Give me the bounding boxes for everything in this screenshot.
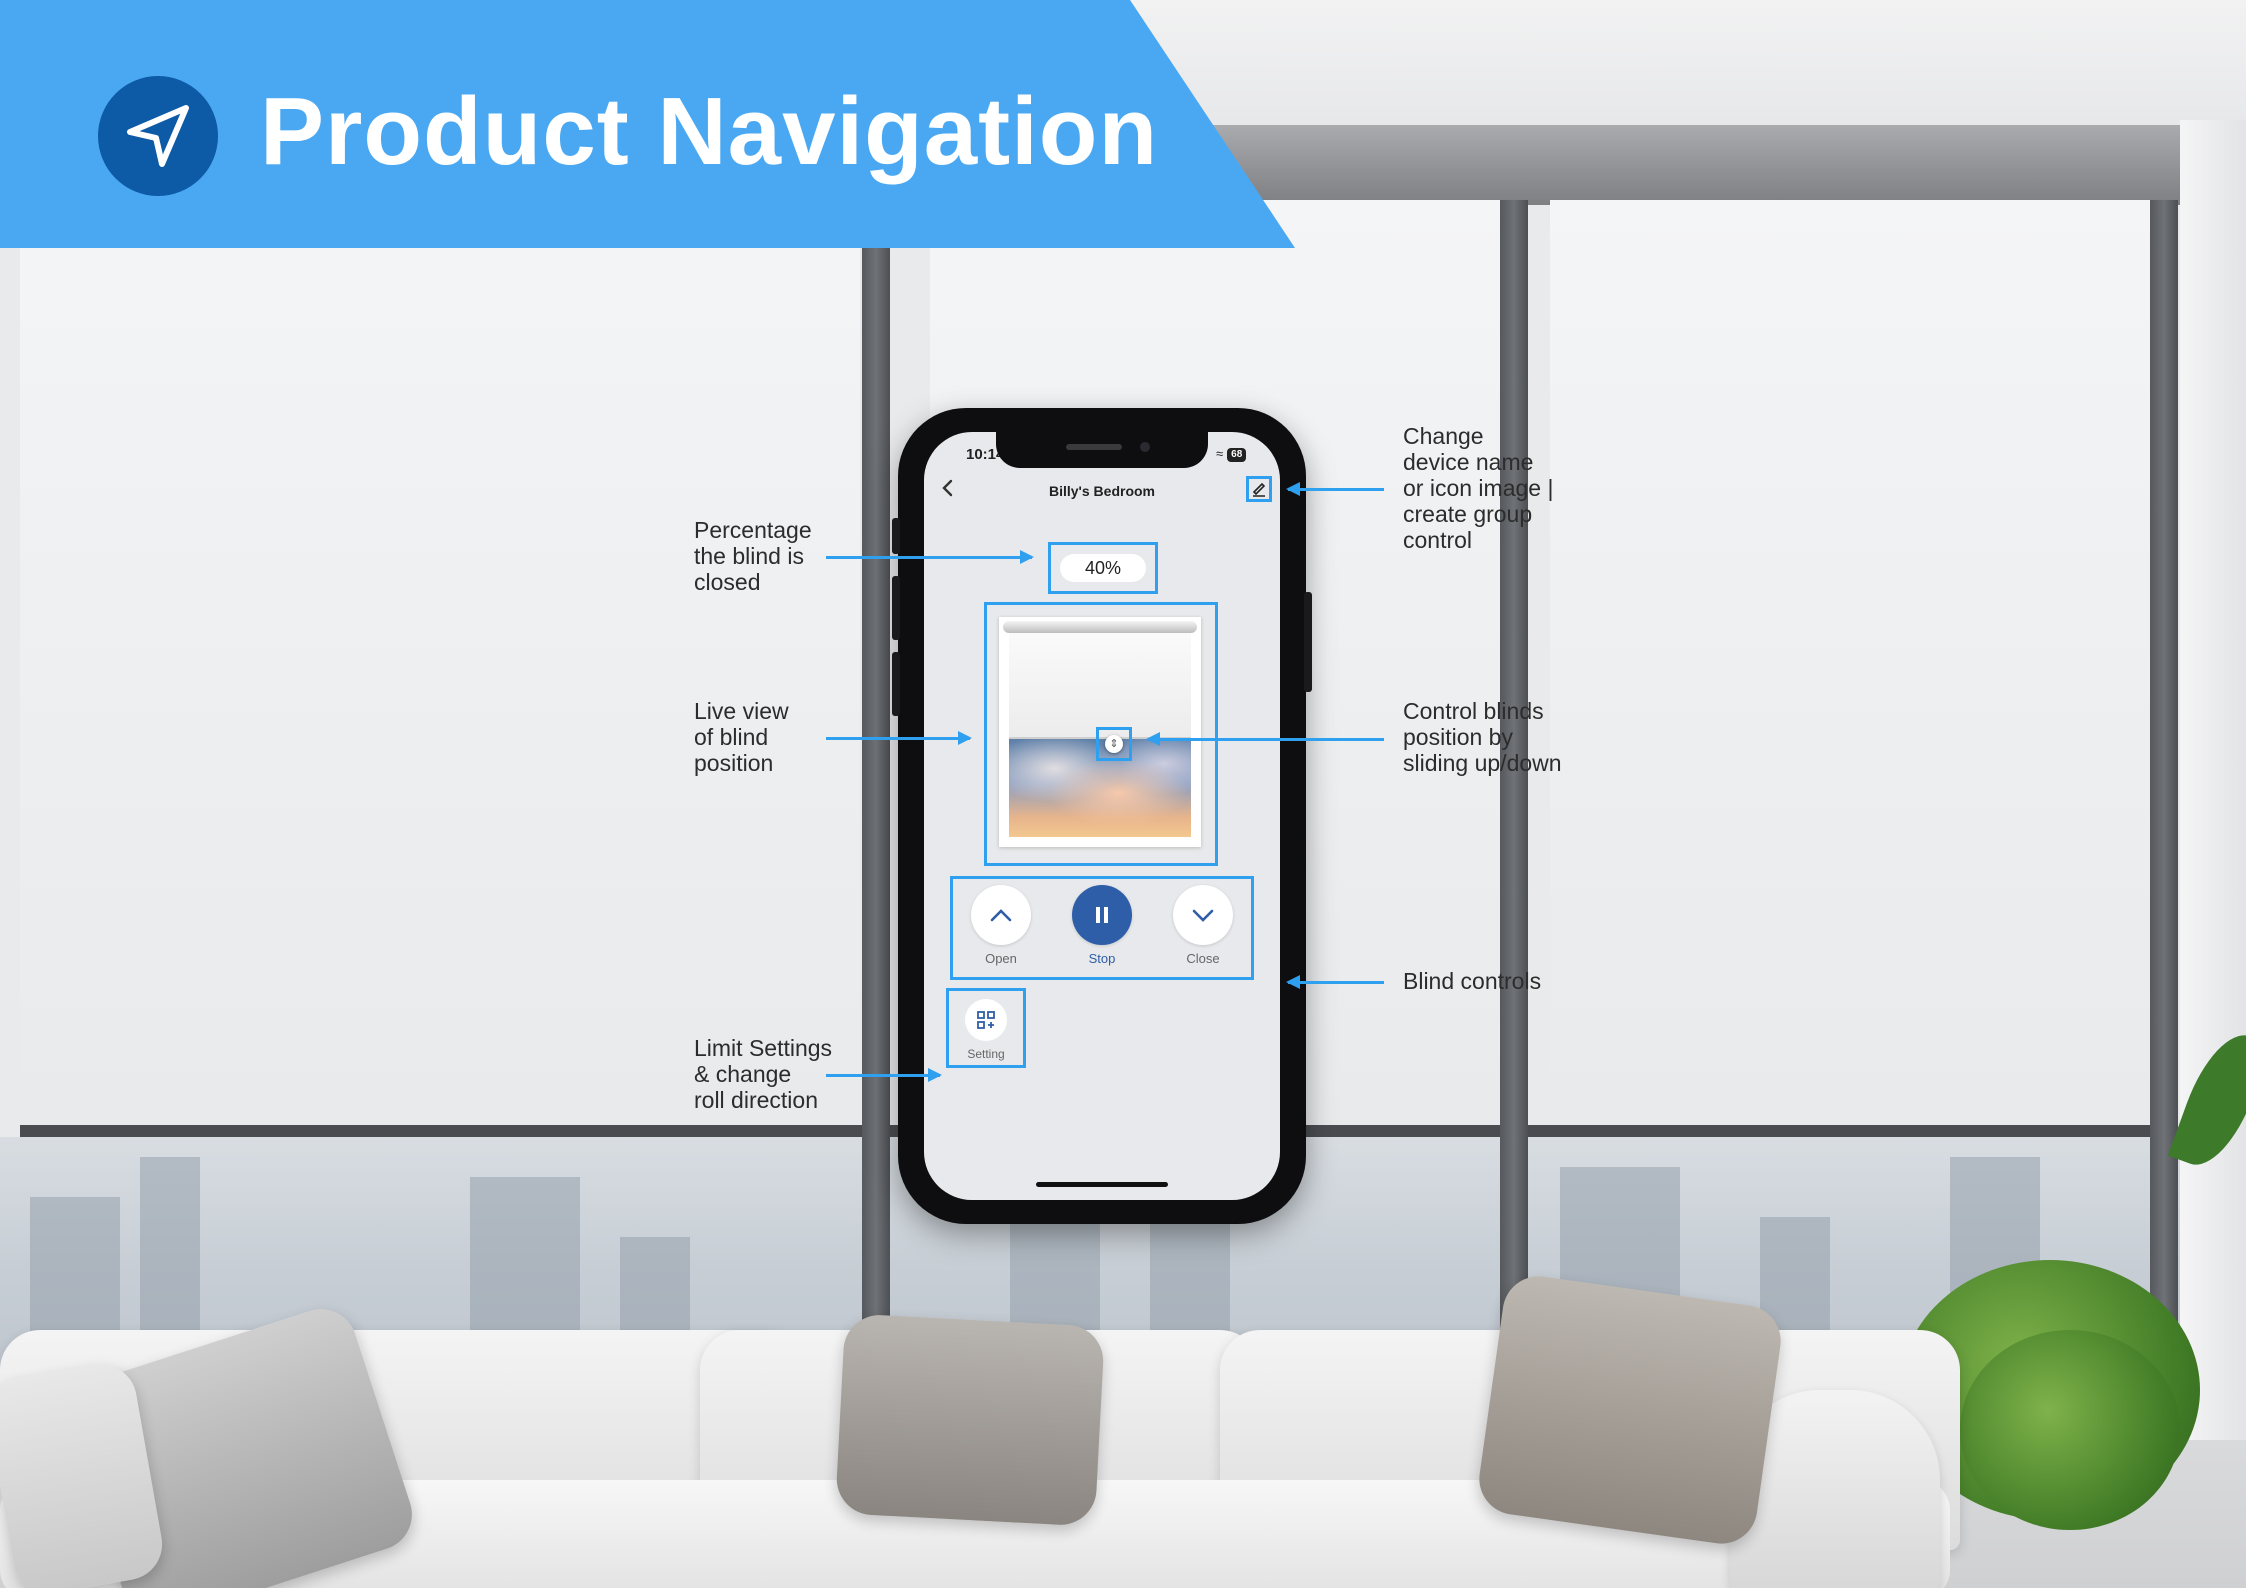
stop-label: Stop: [1088, 951, 1116, 966]
closed-percentage: 40%: [1060, 554, 1146, 582]
roller-shade-left: [20, 200, 860, 1130]
speaker: [1066, 444, 1122, 450]
annotation-live-view: Live view of blind position: [694, 698, 789, 776]
annotation-arrow: [1286, 482, 1384, 496]
phone-side-button: [1304, 592, 1312, 692]
blind-live-view: ⇕: [999, 617, 1201, 847]
stop-control: Stop: [1062, 885, 1142, 966]
phone-notch: [996, 432, 1208, 468]
setting-button[interactable]: [965, 999, 1007, 1041]
phone-mockup: 10:14 ≈68 Billy's Bedroom 40% ⇕ Open Sto…: [892, 408, 1312, 1224]
annotation-arrow: [826, 1068, 942, 1082]
annotation-arrow: [826, 731, 972, 745]
chevron-down-icon: [1192, 909, 1214, 922]
open-label: Open: [985, 951, 1017, 966]
blind-rail: [1003, 621, 1197, 633]
annotation-controls: Blind controls: [1403, 968, 1542, 994]
plant: [1960, 1330, 2180, 1530]
grid-settings-icon: [977, 1011, 995, 1029]
device-name: Billy's Bedroom: [1048, 483, 1156, 499]
phone-side-button: [892, 518, 900, 554]
annotation-edit: Change device name or icon image | creat…: [1403, 423, 1554, 553]
annotation-arrow: [1286, 975, 1384, 989]
phone-side-button: [892, 576, 900, 640]
annotation-arrow: [1146, 732, 1384, 746]
pause-icon: [1096, 907, 1108, 923]
annotation-percentage: Percentage the blind is closed: [694, 517, 812, 595]
close-button[interactable]: [1173, 885, 1233, 945]
camera: [1140, 442, 1150, 452]
pillow: [834, 1313, 1106, 1527]
setting-highlight: Setting: [946, 988, 1026, 1068]
percentage-highlight: 40%: [1048, 542, 1158, 594]
battery-icon: 68: [1227, 448, 1247, 462]
status-icons: ≈68: [1216, 446, 1247, 462]
edit-pencil-icon: [1252, 482, 1266, 497]
open-control: Open: [961, 885, 1041, 966]
pillow: [1474, 1271, 1786, 1549]
annotation-slider: Control blinds position by sliding up/do…: [1403, 698, 1562, 776]
phone-side-button: [892, 652, 900, 716]
blind-controls-highlight: Open Stop Close: [950, 876, 1254, 980]
wifi-icon: ≈: [1216, 446, 1224, 461]
navigation-arrow-icon: [98, 76, 218, 196]
page-title: Product Navigation: [260, 78, 1159, 185]
blind-position-slider[interactable]: ⇕: [1105, 735, 1123, 753]
home-indicator: [1036, 1182, 1168, 1187]
live-view-highlight: ⇕: [984, 602, 1218, 866]
title-banner: Product Navigation: [0, 0, 1295, 248]
close-label: Close: [1186, 951, 1220, 966]
window-mullion: [2150, 200, 2178, 1440]
slider-highlight: ⇕: [1096, 727, 1132, 761]
open-button[interactable]: [971, 885, 1031, 945]
setting-label: Setting: [967, 1047, 1005, 1061]
app-screen: 10:14 ≈68 Billy's Bedroom 40% ⇕ Open Sto…: [924, 432, 1280, 1200]
annotation-settings: Limit Settings & change roll direction: [694, 1035, 833, 1113]
stop-button[interactable]: [1072, 885, 1132, 945]
edit-button[interactable]: [1246, 476, 1272, 502]
window-mullion: [862, 200, 890, 1440]
roller-shade-right: [1550, 200, 2150, 1130]
annotation-arrow: [826, 550, 1034, 564]
window-mullion: [1500, 200, 1528, 1440]
chevron-up-icon: [990, 909, 1012, 922]
blind-fabric: [1009, 633, 1191, 739]
close-control: Close: [1163, 885, 1243, 966]
